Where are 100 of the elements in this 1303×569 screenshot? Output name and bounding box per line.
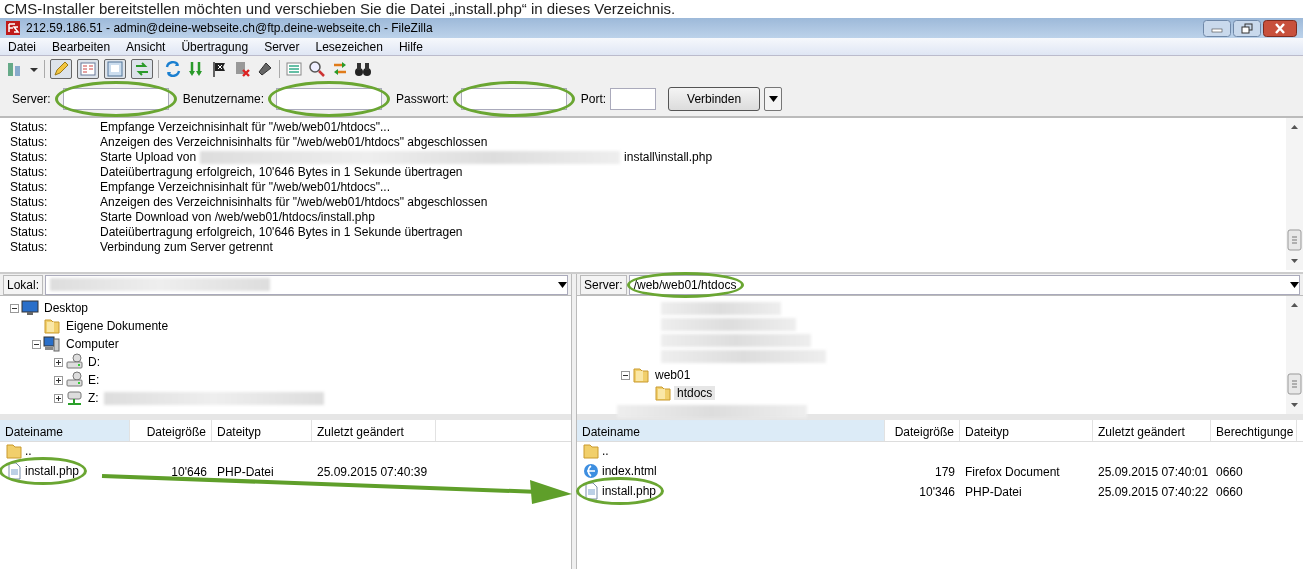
sync-icon[interactable] (331, 60, 349, 78)
column-header[interactable]: Dateityp (960, 420, 1093, 441)
file-name[interactable]: install.php (602, 483, 657, 498)
log-message: install\install.php (624, 150, 713, 165)
tree-item[interactable]: D: (85, 355, 103, 369)
refresh-icon[interactable] (164, 60, 182, 78)
cancel-icon[interactable] (233, 60, 251, 78)
web-page-icon (582, 461, 600, 480)
remote-tree-toggle[interactable] (104, 59, 126, 79)
log-message: Dateiübertragung erfolgreich, 10'646 Bytes in 1 Sekunde übertragen (100, 165, 463, 180)
tree-item[interactable]: web01 (652, 368, 694, 382)
menu-item[interactable]: Bearbeiten (52, 39, 111, 54)
collapse-icon[interactable] (621, 370, 630, 380)
path-label: Lokal: (3, 274, 44, 295)
log-type: Status: (10, 150, 49, 165)
path-text: /web/web01/htdocs (633, 277, 737, 292)
transfer-queue-toggle[interactable] (131, 59, 153, 79)
log-message: Anzeigen des Verzeichnisinhalts für "/web/web01/htdocs" abgeschlossen (100, 135, 488, 150)
file-icon (5, 461, 23, 480)
menu-item[interactable]: Ansicht (126, 39, 166, 54)
permissions: 0660 (1215, 485, 1244, 499)
modified-date: 25.09.2015 07:40:01 (1097, 465, 1210, 479)
folder-icon (582, 441, 600, 460)
directory-tree-toggle[interactable] (77, 59, 99, 79)
log-type: Status: (10, 120, 49, 135)
menu-item[interactable]: Server (264, 39, 300, 54)
column-header[interactable]: Zuletzt geändert (312, 420, 436, 441)
tree-item[interactable]: E: (85, 373, 103, 387)
log-message: Starte Download von /web/web01/htdocs/install.php (100, 210, 375, 225)
folder-icon (43, 317, 61, 335)
file-name[interactable]: .. (602, 443, 609, 458)
folder-icon (5, 441, 23, 460)
log-type: Status: (10, 225, 49, 240)
tree-item[interactable]: Z: (85, 391, 102, 405)
drive-icon (65, 353, 83, 371)
binoculars-icon[interactable] (354, 60, 372, 78)
tree-item[interactable]: htdocs (674, 386, 716, 400)
tree-item[interactable]: Computer (63, 337, 122, 351)
field-label: Server: (12, 92, 51, 106)
expand-icon[interactable] (54, 357, 63, 367)
collapse-icon[interactable] (32, 339, 41, 349)
column-header[interactable]: Dateiname (0, 420, 130, 441)
file-type: PHP-Datei (216, 465, 275, 479)
file-name[interactable]: index.html (602, 463, 657, 478)
message-log-toggle[interactable] (50, 59, 72, 79)
file-icon (582, 481, 600, 500)
file-size: 10'346 (918, 485, 956, 499)
tree-item[interactable]: Eigene Dokumente (63, 319, 172, 333)
caret-icon (1290, 281, 1299, 288)
menu-item[interactable]: Lesezeichen (315, 39, 383, 54)
input-field[interactable] (276, 88, 383, 110)
log-type: Status: (10, 210, 49, 225)
restore-button[interactable] (1233, 19, 1261, 37)
column-header[interactable]: Dateigröße (130, 420, 212, 441)
collapse-icon[interactable] (10, 303, 19, 313)
desktop-icon (21, 299, 39, 317)
log-message: Anzeigen des Verzeichnisinhalts für "/web/web01/htdocs" abgeschlossen (100, 195, 488, 210)
permissions: 0660 (1215, 465, 1244, 479)
network-drive-icon (65, 389, 83, 407)
input-field[interactable] (460, 88, 567, 110)
caret-icon (558, 281, 567, 288)
menu-item[interactable]: Hilfe (398, 39, 423, 54)
modified-date: 25.09.2015 07:40:39 (316, 465, 429, 479)
caret-icon (768, 96, 778, 102)
modified-date: 25.09.2015 07:40:22 (1097, 485, 1210, 499)
field-label: Passwort: (396, 92, 449, 106)
file-name[interactable]: .. (25, 443, 32, 458)
file-type: PHP-Datei (964, 485, 1023, 499)
log-message: Dateiübertragung erfolgreich, 10'646 Bytes in 1 Sekunde übertragen (100, 225, 463, 240)
menu-item[interactable]: Übertragung (181, 39, 249, 54)
path-field[interactable]: /web/web01/htdocs (628, 274, 1300, 295)
caption-text: CMS-Installer bereitstellen möchten und verschieben Sie die Datei „install.php“ in dieses Verzeichnis. (4, 0, 676, 17)
path-field[interactable] (45, 274, 568, 295)
input-field[interactable] (610, 88, 657, 110)
log-type: Status: (10, 195, 49, 210)
scrollbar[interactable] (1286, 296, 1303, 414)
file-name[interactable]: install.php (25, 463, 80, 478)
log-message: Empfange Verzeichnisinhalt für "/web/web01/htdocs"... (100, 180, 390, 195)
column-header[interactable]: Berechtigunge (1211, 420, 1297, 441)
column-header[interactable]: Dateiname (577, 420, 885, 441)
close-button[interactable] (1263, 19, 1297, 37)
tree-item[interactable]: Desktop (41, 301, 92, 315)
folder-icon (632, 366, 650, 384)
file-size: 179 (933, 465, 956, 479)
log-message: Starte Upload von (100, 150, 197, 165)
app-logo-icon (6, 21, 20, 35)
search-icon[interactable] (308, 60, 326, 78)
input-field[interactable] (62, 88, 169, 110)
scrollbar[interactable] (1286, 118, 1303, 270)
dropdown-button[interactable] (764, 87, 783, 111)
minimize-button[interactable] (1203, 19, 1231, 37)
connect-button[interactable]: Verbinden (668, 87, 761, 111)
flag-icon[interactable] (210, 60, 228, 78)
menu-item[interactable]: Datei (8, 39, 36, 54)
computer-icon (43, 335, 61, 353)
column-header[interactable]: Zuletzt geändert (1093, 420, 1211, 441)
column-header[interactable]: Dateityp (212, 420, 312, 441)
expand-icon[interactable] (54, 393, 63, 403)
column-header[interactable]: Dateigröße (885, 420, 960, 441)
expand-icon[interactable] (54, 375, 63, 385)
